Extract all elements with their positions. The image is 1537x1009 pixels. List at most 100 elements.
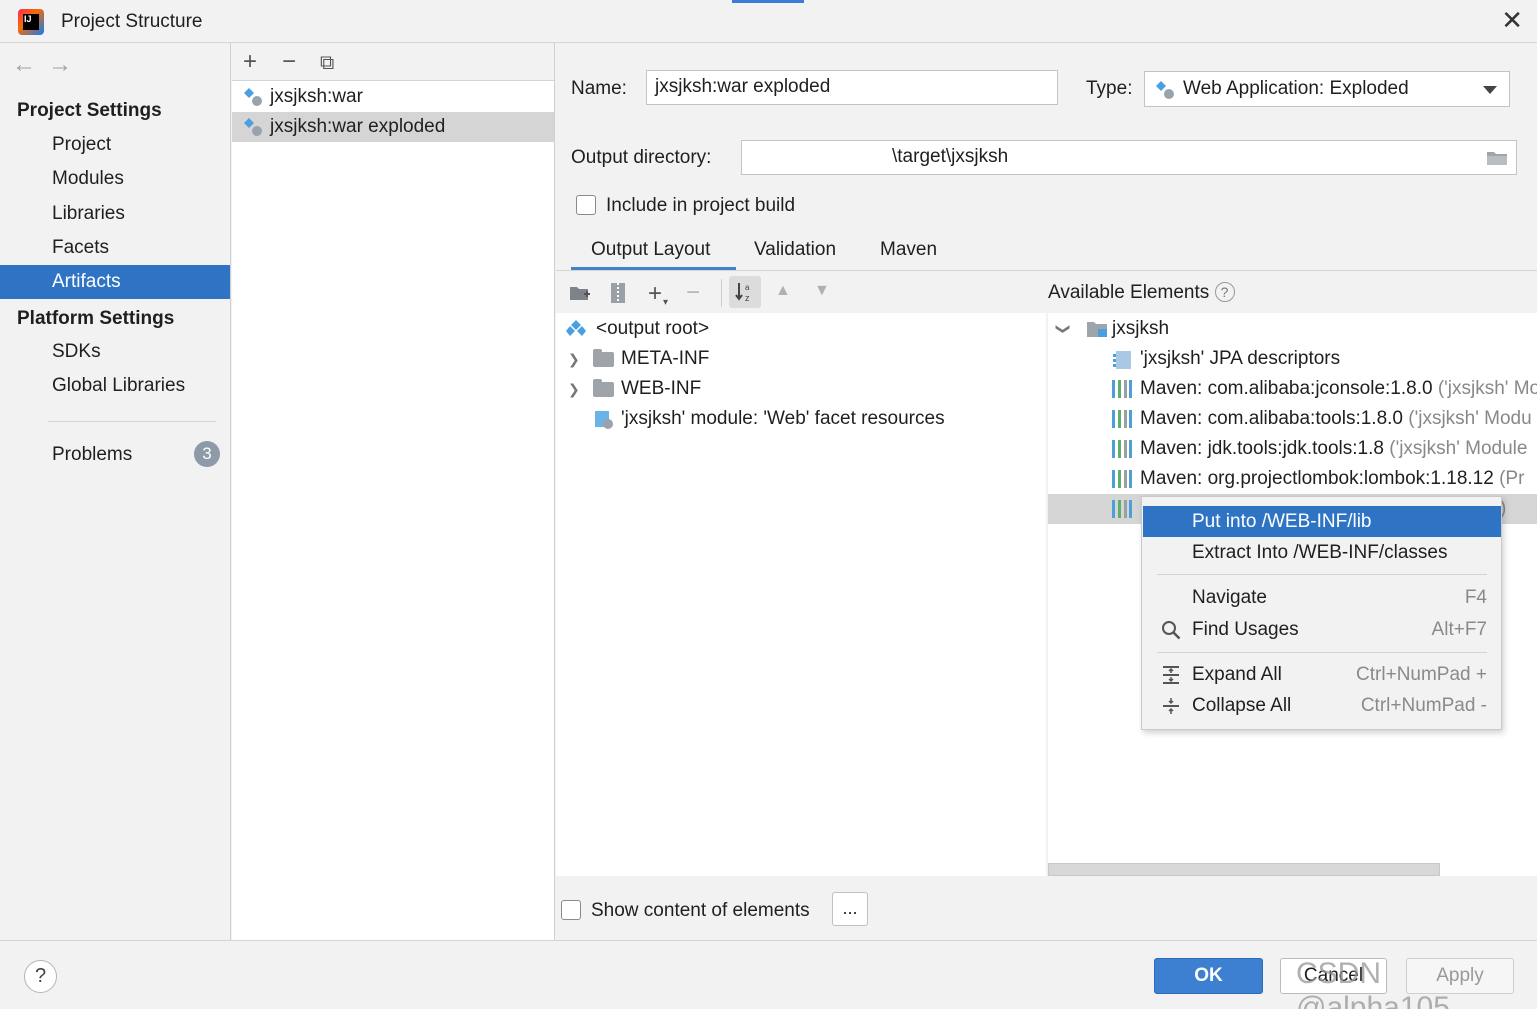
help-icon[interactable]: ? (1214, 282, 1235, 302)
intellij-app-icon: IJ (18, 9, 44, 35)
chevron-right-icon[interactable]: ❯ (568, 344, 580, 374)
project-settings-heading: Project Settings (17, 100, 162, 121)
menu-item-label: Find Usages (1192, 619, 1299, 640)
library-label: Maven: jdk.tools:jdk.tools:1.8 (1140, 438, 1384, 459)
maven-library-icon (1112, 470, 1132, 488)
menu-item-find-usages[interactable]: Find Usages Alt+F7 (1143, 614, 1501, 645)
remove-icon[interactable]: − (282, 50, 296, 74)
library-label: Maven: org.projectlombok:lombok:1.18.12 (1140, 468, 1494, 489)
window-title: Project Structure (61, 11, 203, 32)
title-bar: IJ Project Structure ✕ (0, 0, 1537, 43)
tab-divider (556, 270, 1537, 271)
svg-text:a: a (745, 283, 750, 292)
copy-icon[interactable]: ⧉ (320, 51, 334, 75)
menu-item-navigate[interactable]: Navigate F4 (1143, 582, 1501, 613)
tree-row-maven-library[interactable]: Maven: com.alibaba:jconsole:1.8.0 ('jxsj… (1112, 374, 1537, 404)
artifact-item-war[interactable]: jxsjksh:war (232, 82, 554, 112)
tree-row-facet-resources[interactable]: 'jxsjksh' module: 'Web' facet resources (566, 404, 945, 434)
csdn-watermark: CSDN @alpha105 (1296, 957, 1450, 1009)
menu-item-collapse-all[interactable]: Collapse All Ctrl+NumPad - (1143, 690, 1501, 721)
tree-row-module-jxsjksh[interactable]: ❯ jxsjksh (1056, 314, 1170, 344)
tree-row-meta-inf[interactable]: ❯ META-INF (566, 344, 709, 374)
menu-item-label: Extract Into /WEB-INF/classes (1192, 542, 1448, 563)
new-directory-icon[interactable] (569, 284, 591, 302)
archive-icon[interactable] (609, 282, 627, 304)
library-module-suffix: (Pr (1499, 468, 1525, 489)
help-button[interactable]: ? (24, 960, 57, 993)
move-up-icon[interactable]: ▲ (775, 282, 791, 300)
menu-item-extract-into-classes[interactable]: Extract Into /WEB-INF/classes (1143, 537, 1501, 568)
output-directory-label: Output directory: (571, 147, 712, 168)
back-arrow-icon[interactable]: ← (12, 51, 48, 78)
tree-row-maven-library[interactable]: Maven: jdk.tools:jdk.tools:1.8 ('jxsjksh… (1112, 434, 1527, 464)
jpa-descriptors-icon (1113, 351, 1131, 369)
remove-element-icon[interactable]: − (686, 281, 700, 305)
show-content-label: Show content of elements (591, 900, 810, 921)
nav-item-project[interactable]: Project (0, 128, 230, 162)
forward-arrow-icon[interactable]: → (48, 51, 84, 78)
module-label: jxsjksh (1112, 318, 1170, 339)
tree-row-maven-library[interactable]: Maven: org.projectlombok:lombok:1.18.12 … (1112, 464, 1524, 494)
menu-item-label: Expand All (1192, 664, 1282, 685)
horizontal-scrollbar[interactable] (1048, 863, 1440, 876)
include-in-build-checkbox[interactable] (576, 195, 596, 215)
chevron-down-icon[interactable]: ❯ (1049, 323, 1079, 335)
jpa-descriptors-label: 'jxsjksh' JPA descriptors (1140, 348, 1341, 369)
folder-label: META-INF (621, 348, 710, 369)
facet-resources-label: 'jxsjksh' module: 'Web' facet resources (621, 408, 945, 429)
tree-row-maven-library[interactable]: Maven: com.alibaba:tools:1.8.0 ('jxsjksh… (1112, 404, 1532, 434)
tree-row-output-root[interactable]: <output root> (566, 314, 709, 344)
chevron-right-icon[interactable]: ❯ (568, 374, 580, 404)
menu-item-label: Collapse All (1192, 695, 1292, 716)
close-icon[interactable]: ✕ (1501, 6, 1523, 34)
artifact-item-war-exploded[interactable]: jxsjksh:war exploded (232, 112, 554, 142)
nav-item-artifacts[interactable]: Artifacts (0, 265, 230, 299)
include-in-build-label: Include in project build (606, 195, 796, 216)
menu-item-expand-all[interactable]: Expand All Ctrl+NumPad + (1143, 659, 1501, 690)
type-combobox[interactable]: Web Application: Exploded (1144, 71, 1510, 107)
tree-row-web-inf[interactable]: ❯ WEB-INF (566, 374, 701, 404)
available-elements-label: Available Elements (1048, 282, 1210, 303)
nav-item-sdks[interactable]: SDKs (0, 335, 230, 369)
artifacts-list-panel: + − ⧉ jxsjksh:war jxsjksh:war exploded (232, 43, 555, 940)
name-label: Name: (571, 78, 627, 99)
folder-icon (593, 379, 614, 397)
sort-elements-button[interactable]: az (729, 276, 761, 308)
add-copy-of-icon[interactable]: + (648, 282, 662, 306)
output-directory-field[interactable]: \target\jxsjksh (741, 140, 1517, 175)
library-module-suffix: ('jxsjksh' Mo (1437, 378, 1537, 399)
maven-library-icon (1112, 410, 1132, 428)
move-down-icon[interactable]: ▼ (814, 282, 830, 300)
library-module-suffix: ('jxsjksh' Modu (1408, 408, 1532, 429)
artifact-label: jxsjksh:war (270, 86, 363, 107)
nav-item-libraries[interactable]: Libraries (0, 197, 230, 231)
browse-folder-icon[interactable] (1486, 150, 1508, 166)
nav-item-facets[interactable]: Facets (0, 231, 230, 265)
name-field[interactable]: jxsjksh:war exploded (646, 70, 1058, 105)
expand-all-icon (1163, 666, 1179, 684)
menu-item-label: Put into /WEB-INF/lib (1192, 511, 1372, 532)
show-content-options-button[interactable]: ... (832, 892, 868, 926)
show-content-checkbox[interactable] (561, 900, 581, 920)
add-dropdown-icon[interactable]: ▾ (663, 291, 668, 315)
top-accent (732, 0, 804, 3)
nav-item-global-libraries[interactable]: Global Libraries (0, 369, 230, 403)
output-root-label: <output root> (596, 318, 710, 339)
type-value: Web Application: Exploded (1183, 78, 1409, 99)
tab-validation[interactable]: Validation (754, 239, 836, 261)
tab-maven[interactable]: Maven (880, 239, 937, 261)
type-label: Type: (1086, 78, 1133, 99)
chevron-down-icon (1483, 86, 1497, 94)
platform-settings-heading: Platform Settings (17, 308, 175, 329)
menu-item-put-into-lib[interactable]: Put into /WEB-INF/lib (1143, 506, 1501, 537)
artifact-label: jxsjksh:war exploded (270, 116, 446, 137)
artifact-settings-panel: Name: jxsjksh:war exploded Type: Web App… (556, 43, 1537, 940)
add-icon[interactable]: + (243, 50, 257, 74)
menu-item-label: Navigate (1192, 587, 1267, 608)
tree-row-jpa-descriptors[interactable]: 'jxsjksh' JPA descriptors (1112, 344, 1340, 374)
nav-item-modules[interactable]: Modules (0, 162, 230, 196)
ok-button[interactable]: OK (1154, 958, 1263, 994)
menu-item-shortcut: Ctrl+NumPad - (1360, 695, 1487, 716)
toolbar-divider (721, 279, 722, 307)
tab-output-layout[interactable]: Output Layout (591, 239, 710, 261)
